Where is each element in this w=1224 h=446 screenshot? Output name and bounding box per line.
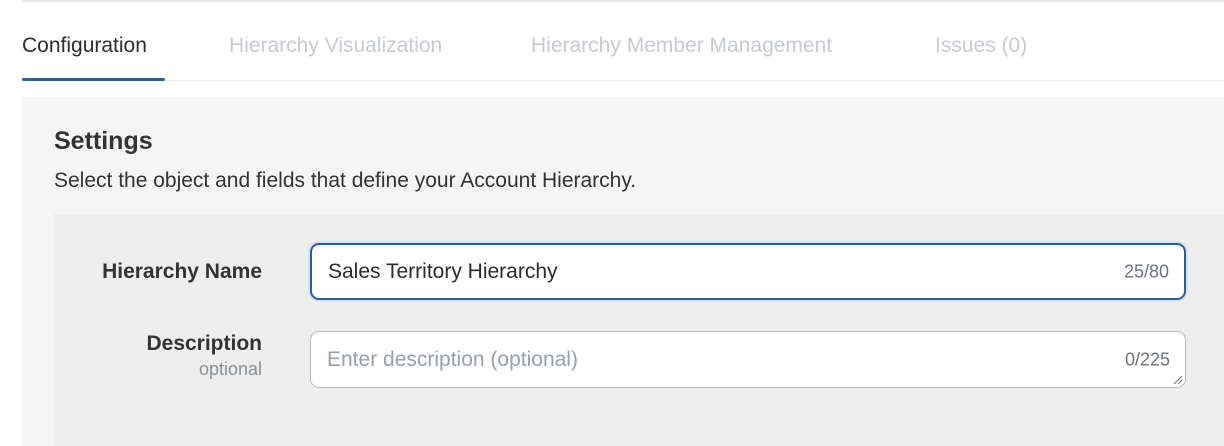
tab-hierarchy-visualization[interactable]: Hierarchy Visualization [229,33,442,59]
tab-issues[interactable]: Issues (0) [935,33,1027,59]
description-label: Description [146,332,262,355]
description-field[interactable]: 0/225 [310,331,1186,388]
hierarchy-name-field[interactable]: 25/80 [310,243,1186,300]
description-counter: 0/225 [1124,349,1170,369]
settings-form: Hierarchy Name 25/80 Description optiona… [54,214,1224,446]
settings-title: Settings [54,127,153,155]
tab-hierarchy-member-management[interactable]: Hierarchy Member Management [531,33,832,59]
hierarchy-name-input[interactable] [328,245,1104,298]
tab-configuration[interactable]: Configuration [22,33,147,59]
settings-panel: Settings Select the object and fields th… [22,97,1224,446]
description-input[interactable] [327,332,1105,387]
hierarchy-name-counter: 25/80 [1123,261,1169,281]
hierarchy-name-label: Hierarchy Name [102,260,262,283]
active-tab-indicator [22,78,165,81]
resize-handle-icon[interactable] [1171,373,1183,385]
description-optional-label: optional [198,359,262,379]
tab-bar: Configuration Hierarchy Visualization Hi… [22,2,1224,81]
settings-subtitle: Select the object and fields that define… [54,169,637,192]
